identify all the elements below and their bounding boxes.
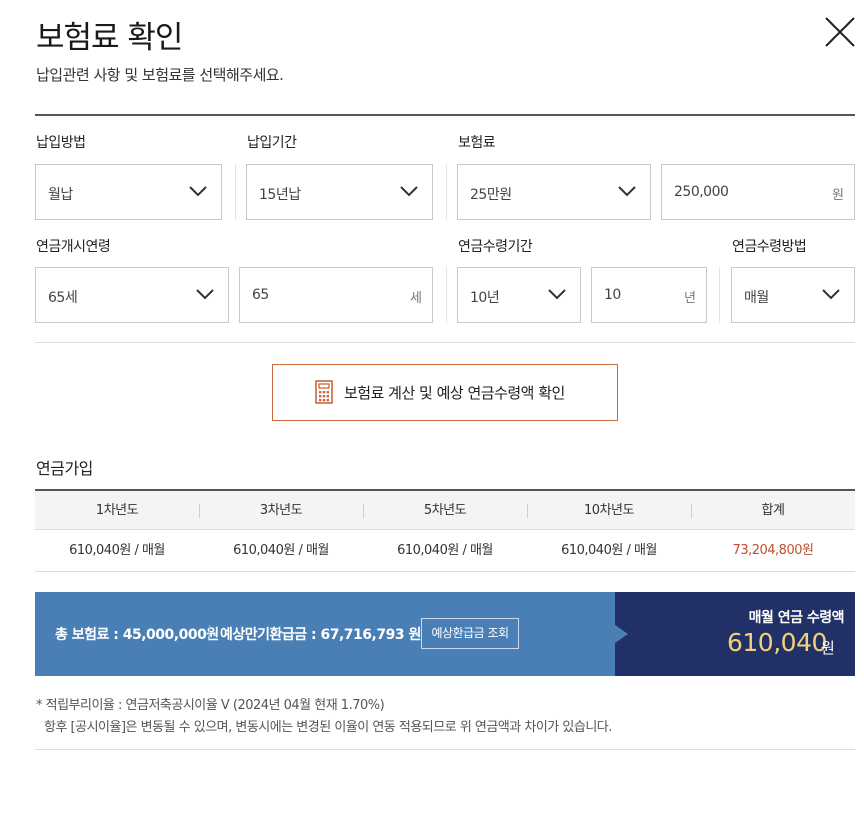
receive-period-label: 연금수령기간 (458, 239, 533, 255)
receive-period-select[interactable]: 10년 (457, 267, 581, 323)
chevron-down-icon (189, 186, 207, 197)
premium-select[interactable]: 25만원 (457, 164, 651, 220)
chevron-down-icon (618, 186, 636, 197)
maturity-refund: 예상만기환급금 : 67,716,793 원 (220, 627, 421, 643)
header-divider (35, 114, 855, 116)
payment-method-select[interactable]: 월납 (35, 164, 222, 220)
page-title: 보험료 확인 (36, 20, 183, 56)
table-cell: 610,040원 / 매월 (561, 543, 657, 558)
table-header: 1차년도 3차년도 5차년도 10차년도 합계 (35, 489, 855, 530)
calculator-icon (315, 380, 333, 404)
calculate-button-label: 보험료 계산 및 예상 연금수령액 확인 (344, 384, 565, 402)
field-divider (446, 267, 447, 323)
payment-period-label: 납입기간 (247, 135, 297, 151)
start-age-unit: 세 (410, 291, 422, 306)
receive-period-input-value: 10 (604, 287, 621, 303)
receive-period-unit: 년 (684, 291, 696, 306)
refund-inquiry-button[interactable]: 예상환급금 조회 (421, 618, 519, 649)
start-age-label: 연금개시연령 (36, 239, 111, 255)
premium-label: 보험료 (458, 135, 496, 151)
summary-arrow (615, 625, 628, 643)
monthly-pension-label: 매월 연금 수령액 (748, 610, 845, 626)
chevron-down-icon (196, 289, 214, 300)
chevron-down-icon (822, 289, 840, 300)
table-header-cell: 1차년도 (95, 503, 139, 518)
receive-method-label: 연금수령방법 (732, 239, 807, 255)
start-age-select[interactable]: 65세 (35, 267, 229, 323)
table-cell: 610,040원 / 매월 (69, 543, 165, 558)
receive-period-input[interactable]: 10 년 (591, 267, 707, 323)
receive-method-value: 매월 (744, 290, 769, 306)
monthly-pension-amount: 610,040 (727, 628, 827, 657)
page-subtitle: 납입관련 사항 및 보험료를 선택해주세요. (36, 66, 284, 84)
table-header-cell: 합계 (761, 503, 785, 518)
table-total-cell: 73,204,800원 (732, 543, 814, 558)
premium-unit: 원 (832, 188, 844, 203)
bottom-divider (35, 749, 855, 750)
calculate-button[interactable]: 보험료 계산 및 예상 연금수령액 확인 (272, 364, 618, 421)
total-premium: 총 보험료 : 45,000,000원 (55, 627, 219, 643)
note-line: * 적립부리이율 : 연금저축공시이율 V (2024년 04월 현재 1.70… (36, 698, 385, 713)
start-age-select-value: 65세 (48, 290, 78, 306)
chevron-down-icon (548, 289, 566, 300)
summary-divider (209, 625, 210, 639)
payment-method-value: 월납 (48, 187, 73, 203)
table-header-cell: 3차년도 (259, 503, 303, 518)
table-header-cell: 10차년도 (584, 503, 634, 518)
start-age-input-value: 65 (252, 287, 269, 303)
close-button[interactable] (822, 14, 860, 52)
table-row: 610,040원 / 매월 610,040원 / 매월 610,040원 / 매… (35, 530, 855, 572)
field-divider (235, 164, 236, 220)
chevron-down-icon (400, 186, 418, 197)
receive-period-select-value: 10년 (470, 290, 500, 306)
premium-amount-input[interactable]: 250,000 원 (661, 164, 855, 220)
payment-period-select[interactable]: 15년납 (246, 164, 433, 220)
payment-period-value: 15년납 (259, 187, 301, 203)
table-cell: 610,040원 / 매월 (233, 543, 329, 558)
monthly-pension-unit: 원 (821, 639, 835, 657)
table-header-cell: 5차년도 (423, 503, 467, 518)
payment-method-label: 납입방법 (36, 135, 86, 151)
close-icon[interactable] (822, 14, 860, 52)
field-divider (719, 267, 720, 323)
section-title: 연금가입 (36, 459, 93, 478)
receive-method-select[interactable]: 매월 (731, 267, 855, 323)
premium-amount-value: 250,000 (674, 184, 729, 200)
table-cell: 610,040원 / 매월 (397, 543, 493, 558)
form-divider (35, 342, 855, 343)
start-age-input[interactable]: 65 세 (239, 267, 433, 323)
note-line: 항후 [공시이율]은 변동될 수 있으며, 변동시에는 변경된 이율이 연동 적… (44, 720, 612, 735)
premium-select-value: 25만원 (470, 187, 512, 203)
field-divider (446, 164, 447, 220)
